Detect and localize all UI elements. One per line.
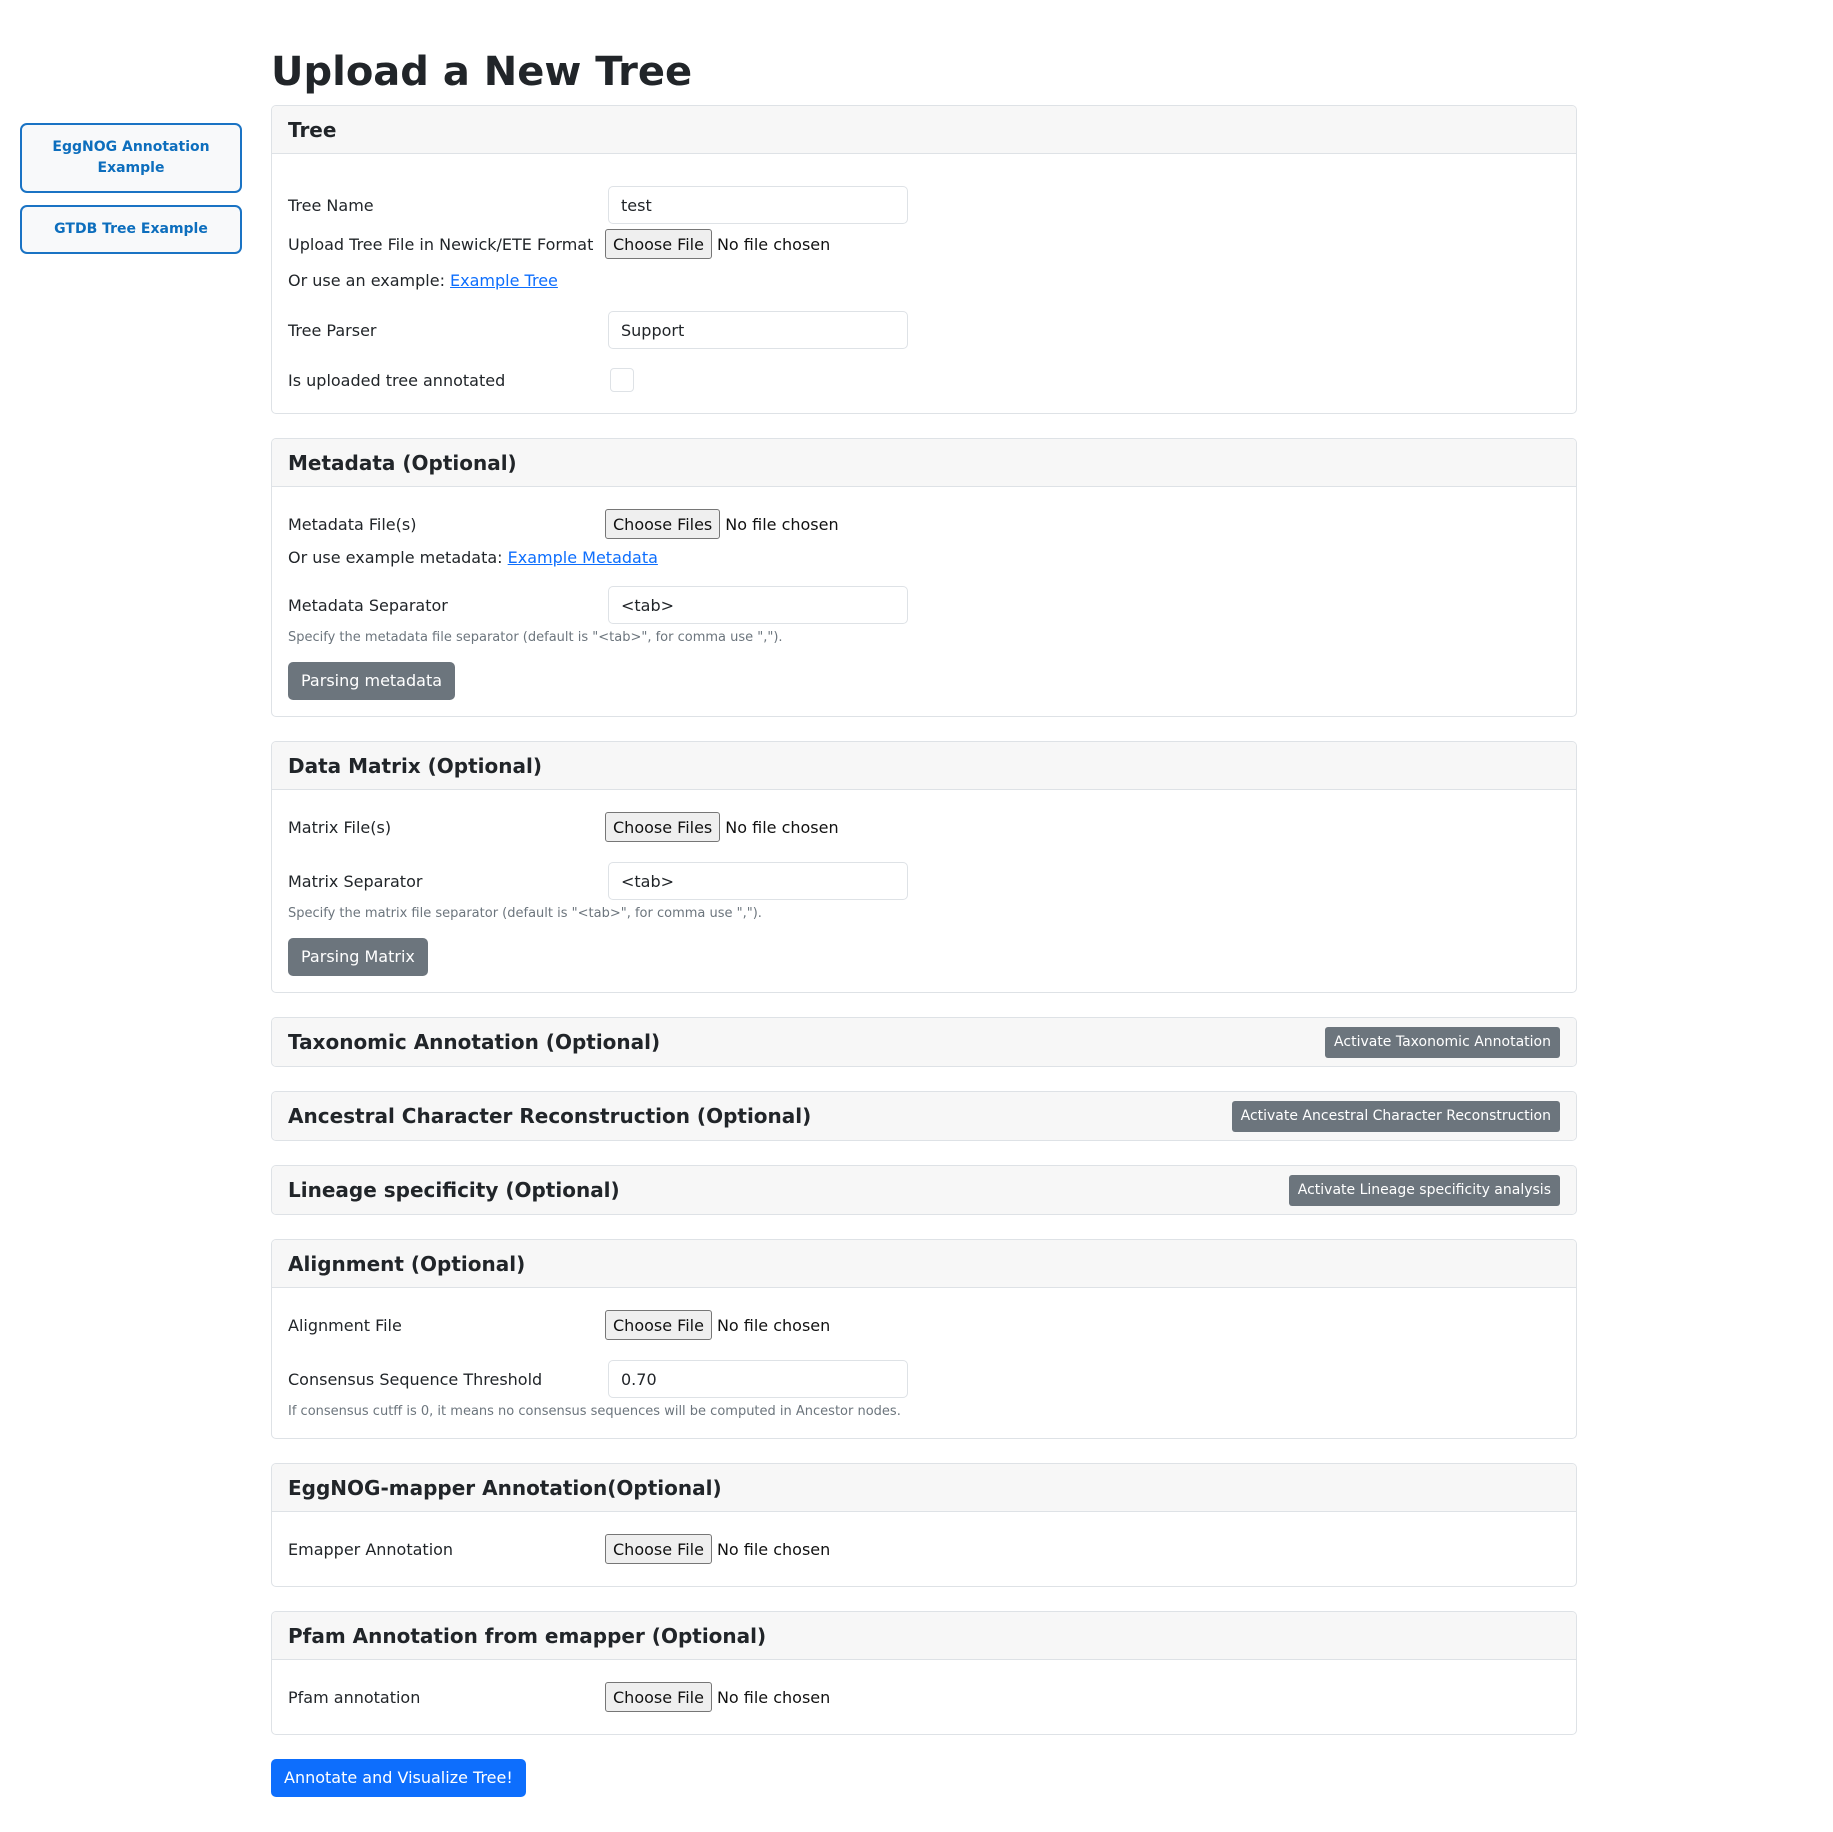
metadata-file-input: Choose Files No file chosen — [605, 509, 839, 539]
emapper-choose-file-button[interactable]: Choose File — [605, 1534, 712, 1564]
parse-metadata-button[interactable]: Parsing metadata — [288, 662, 456, 700]
metadata-card: Metadata (Optional) Metadata File(s) Cho… — [271, 438, 1577, 717]
lineage-card: Lineage specificity (Optional) Activate … — [271, 1165, 1577, 1215]
gtdb-example-button[interactable]: GTDB Tree Example — [20, 205, 242, 254]
alignment-file-label: Alignment File — [288, 1315, 402, 1335]
pfam-card-header: Pfam Annotation from emapper (Optional) — [272, 1612, 1576, 1660]
tree-name-label: Tree Name — [288, 195, 374, 215]
activate-taxonomic-button[interactable]: Activate Taxonomic Annotation — [1325, 1026, 1560, 1058]
alignment-file-input: Choose File No file chosen — [605, 1310, 831, 1340]
metadata-files-label: Metadata File(s) — [288, 514, 417, 534]
example-tree-link[interactable]: Example Tree — [450, 271, 558, 290]
matrix-file-status: No file chosen — [725, 817, 839, 837]
activate-lineage-button[interactable]: Activate Lineage specificity analysis — [1288, 1174, 1560, 1206]
tree-name-input[interactable] — [608, 186, 908, 224]
ancestral-card: Ancestral Character Reconstruction (Opti… — [271, 1091, 1577, 1141]
tree-card-title: Tree — [288, 117, 337, 142]
metadata-separator-help: Specify the metadata file separator (def… — [288, 630, 783, 645]
alignment-card-header: Alignment (Optional) — [272, 1240, 1576, 1288]
example-metadata-link[interactable]: Example Metadata — [508, 548, 658, 567]
tree-file-label: Upload Tree File in Newick/ETE Format — [288, 234, 594, 254]
matrix-choose-files-button[interactable]: Choose Files — [605, 812, 721, 842]
example-sidebar: EggNOG Annotation Example GTDB Tree Exam… — [20, 123, 242, 266]
metadata-file-status: No file chosen — [725, 514, 839, 534]
alignment-file-status: No file chosen — [716, 1315, 831, 1335]
parse-matrix-button[interactable]: Parsing Matrix — [288, 938, 428, 976]
taxonomic-card-header: Taxonomic Annotation (Optional) Activate… — [272, 1018, 1576, 1066]
pfam-choose-file-button[interactable]: Choose File — [605, 1682, 712, 1712]
metadata-example-line: Or use example metadata: Example Metadat… — [288, 548, 1560, 570]
metadata-card-title: Metadata (Optional) — [288, 450, 517, 475]
tree-choose-file-button[interactable]: Choose File — [605, 229, 712, 259]
eggnog-example-button[interactable]: EggNOG Annotation Example — [20, 123, 242, 193]
taxonomic-card-title: Taxonomic Annotation (Optional) — [288, 1030, 661, 1054]
taxonomic-card: Taxonomic Annotation (Optional) Activate… — [271, 1017, 1577, 1067]
metadata-example-prefix: Or use example metadata: — [288, 548, 508, 567]
pfam-card-title: Pfam Annotation from emapper (Optional) — [288, 1623, 767, 1648]
consensus-threshold-input[interactable] — [608, 1360, 908, 1398]
annotated-label: Is uploaded tree annotated — [288, 370, 506, 390]
ancestral-card-title: Ancestral Character Reconstruction (Opti… — [288, 1104, 812, 1128]
emapper-file-input: Choose File No file chosen — [605, 1534, 831, 1564]
upload-form: Upload a New Tree Tree Tree Name Upload … — [271, 48, 1577, 1797]
lineage-card-title: Lineage specificity (Optional) — [288, 1178, 620, 1202]
page-title: Upload a New Tree — [271, 49, 693, 95]
tree-example-line: Or use an example: Example Tree — [288, 271, 1560, 293]
metadata-separator-input[interactable] — [608, 586, 908, 624]
pfam-file-label: Pfam annotation — [288, 1687, 421, 1707]
emapper-card-title: EggNOG-mapper Annotation(Optional) — [288, 1475, 722, 1500]
tree-card-header: Tree — [272, 106, 1576, 154]
matrix-files-label: Matrix File(s) — [288, 817, 392, 837]
pfam-file-status: No file chosen — [716, 1687, 831, 1707]
matrix-separator-input[interactable] — [608, 862, 908, 900]
consensus-threshold-help: If consensus cutff is 0, it means no con… — [288, 1404, 901, 1419]
tree-file-status: No file chosen — [716, 234, 831, 254]
matrix-card-title: Data Matrix (Optional) — [288, 753, 543, 778]
matrix-card: Data Matrix (Optional) Matrix File(s) Ch… — [271, 741, 1577, 993]
emapper-card-header: EggNOG-mapper Annotation(Optional) — [272, 1464, 1576, 1512]
emapper-file-status: No file chosen — [716, 1539, 831, 1559]
consensus-threshold-label: Consensus Sequence Threshold — [288, 1369, 543, 1389]
alignment-card-title: Alignment (Optional) — [288, 1251, 526, 1276]
activate-ancestral-button[interactable]: Activate Ancestral Character Reconstruct… — [1231, 1100, 1560, 1132]
alignment-choose-file-button[interactable]: Choose File — [605, 1310, 712, 1340]
emapper-file-label: Emapper Annotation — [288, 1539, 454, 1559]
matrix-file-input: Choose Files No file chosen — [605, 812, 839, 842]
lineage-card-header: Lineage specificity (Optional) Activate … — [272, 1166, 1576, 1214]
annotated-checkbox[interactable] — [610, 368, 634, 392]
tree-file-input: Choose File No file chosen — [605, 229, 831, 259]
metadata-card-header: Metadata (Optional) — [272, 439, 1576, 487]
metadata-separator-label: Metadata Separator — [288, 595, 448, 615]
matrix-card-header: Data Matrix (Optional) — [272, 742, 1576, 790]
pfam-file-input: Choose File No file chosen — [605, 1682, 831, 1712]
matrix-separator-label: Matrix Separator — [288, 871, 423, 891]
ancestral-card-header: Ancestral Character Reconstruction (Opti… — [272, 1092, 1576, 1140]
alignment-card: Alignment (Optional) Alignment File Choo… — [271, 1239, 1577, 1439]
annotate-visualize-button[interactable]: Annotate and Visualize Tree! — [271, 1759, 526, 1797]
tree-example-prefix: Or use an example: — [288, 271, 451, 290]
matrix-separator-help: Specify the matrix file separator (defau… — [288, 906, 762, 921]
tree-parser-input[interactable] — [608, 311, 908, 349]
emapper-card: EggNOG-mapper Annotation(Optional) Emapp… — [271, 1463, 1577, 1587]
pfam-card: Pfam Annotation from emapper (Optional) … — [271, 1611, 1577, 1735]
tree-parser-label: Tree Parser — [288, 320, 377, 340]
tree-card: Tree Tree Name Upload Tree File in Newic… — [271, 105, 1577, 414]
metadata-choose-files-button[interactable]: Choose Files — [605, 509, 721, 539]
